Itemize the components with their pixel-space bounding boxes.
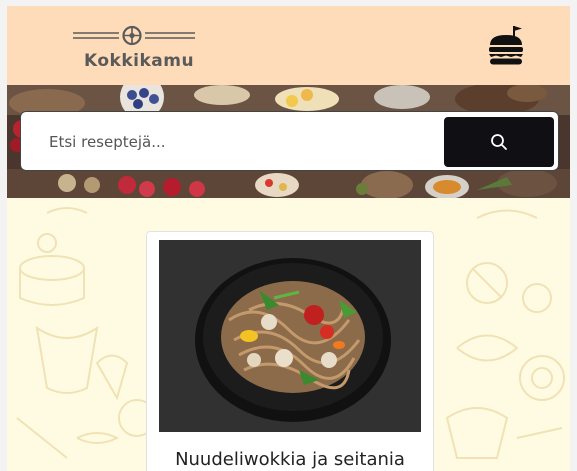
recipe-image[interactable] bbox=[159, 240, 421, 432]
search-bar bbox=[20, 111, 559, 171]
noodle-bowl-image bbox=[159, 240, 421, 432]
search-button[interactable] bbox=[444, 117, 554, 167]
menu-button[interactable] bbox=[485, 24, 527, 68]
search-input[interactable] bbox=[49, 130, 429, 154]
site-header: Kokkikamu bbox=[7, 6, 570, 85]
recipe-list-section: Nuudeliwokkia ja seitania bbox=[7, 198, 570, 471]
search-icon bbox=[491, 134, 507, 150]
burger-icon bbox=[489, 26, 523, 65]
hero-banner bbox=[7, 85, 570, 198]
logo-text[interactable]: Kokkikamu bbox=[84, 51, 194, 71]
recipe-title[interactable]: Nuudeliwokkia ja seitania bbox=[147, 449, 433, 470]
page-frame: Kokkikamu Etsi reseptejä... Nuudeliwokki… bbox=[7, 6, 570, 471]
recipe-card[interactable]: Nuudeliwokkia ja seitania bbox=[146, 231, 434, 471]
logo-wheel-icon bbox=[73, 25, 195, 46]
